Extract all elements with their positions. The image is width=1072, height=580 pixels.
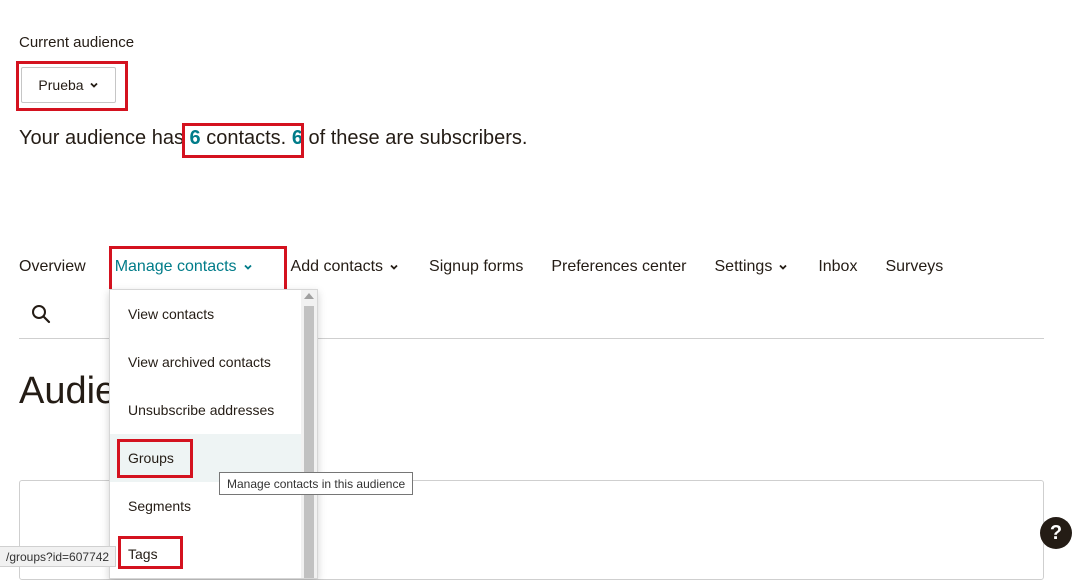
contacts-count[interactable]: 6	[190, 127, 201, 149]
nav-add-contacts[interactable]: Add contacts	[291, 258, 400, 276]
dropdown-scrollbar[interactable]	[301, 290, 317, 578]
menu-item-unsubscribe-addresses[interactable]: Unsubscribe addresses	[110, 386, 302, 434]
chevron-down-icon	[243, 264, 252, 270]
help-button[interactable]: ?	[1040, 517, 1072, 549]
status-bar-url: /groups?id=607742	[0, 546, 117, 567]
menu-item-view-archived-contacts[interactable]: View archived contacts	[110, 338, 302, 386]
summary-prefix: Your audience has	[19, 127, 190, 149]
chevron-down-icon	[390, 264, 398, 270]
chevron-down-icon	[779, 264, 787, 270]
nav-manage-contacts[interactable]: Manage contacts	[115, 258, 253, 276]
nav-inbox[interactable]: Inbox	[818, 258, 857, 276]
contacts-text: contacts.	[200, 127, 287, 149]
subscribers-text: of these are subscribers.	[302, 127, 528, 149]
nav-surveys[interactable]: Surveys	[885, 258, 943, 276]
page-title: Audie	[19, 370, 117, 412]
scroll-up-arrow-icon[interactable]	[304, 293, 314, 299]
scrollbar-thumb[interactable]	[304, 306, 314, 578]
search-icon[interactable]	[31, 304, 51, 324]
audience-selector-button[interactable]: Prueba	[21, 67, 116, 103]
audience-summary: Your audience has 6 contacts. 6 of these…	[19, 127, 528, 150]
tooltip: Manage contacts in this audience	[219, 472, 414, 495]
menu-item-tags[interactable]: Tags	[110, 530, 302, 578]
manage-contacts-dropdown: View contacts View archived contacts Uns…	[109, 289, 318, 579]
nav-settings[interactable]: Settings	[715, 258, 789, 276]
chevron-down-icon	[89, 82, 98, 88]
subscribers-count[interactable]: 6	[292, 127, 303, 149]
nav-overview[interactable]: Overview	[19, 258, 86, 276]
menu-item-view-contacts[interactable]: View contacts	[110, 290, 302, 338]
current-audience-label: Current audience	[19, 34, 135, 51]
audience-selected-value: Prueba	[38, 77, 84, 93]
nav-preferences-center[interactable]: Preferences center	[551, 258, 686, 276]
audience-nav: Overview Manage contacts Add contacts Si…	[19, 256, 943, 278]
nav-signup-forms[interactable]: Signup forms	[429, 258, 523, 276]
